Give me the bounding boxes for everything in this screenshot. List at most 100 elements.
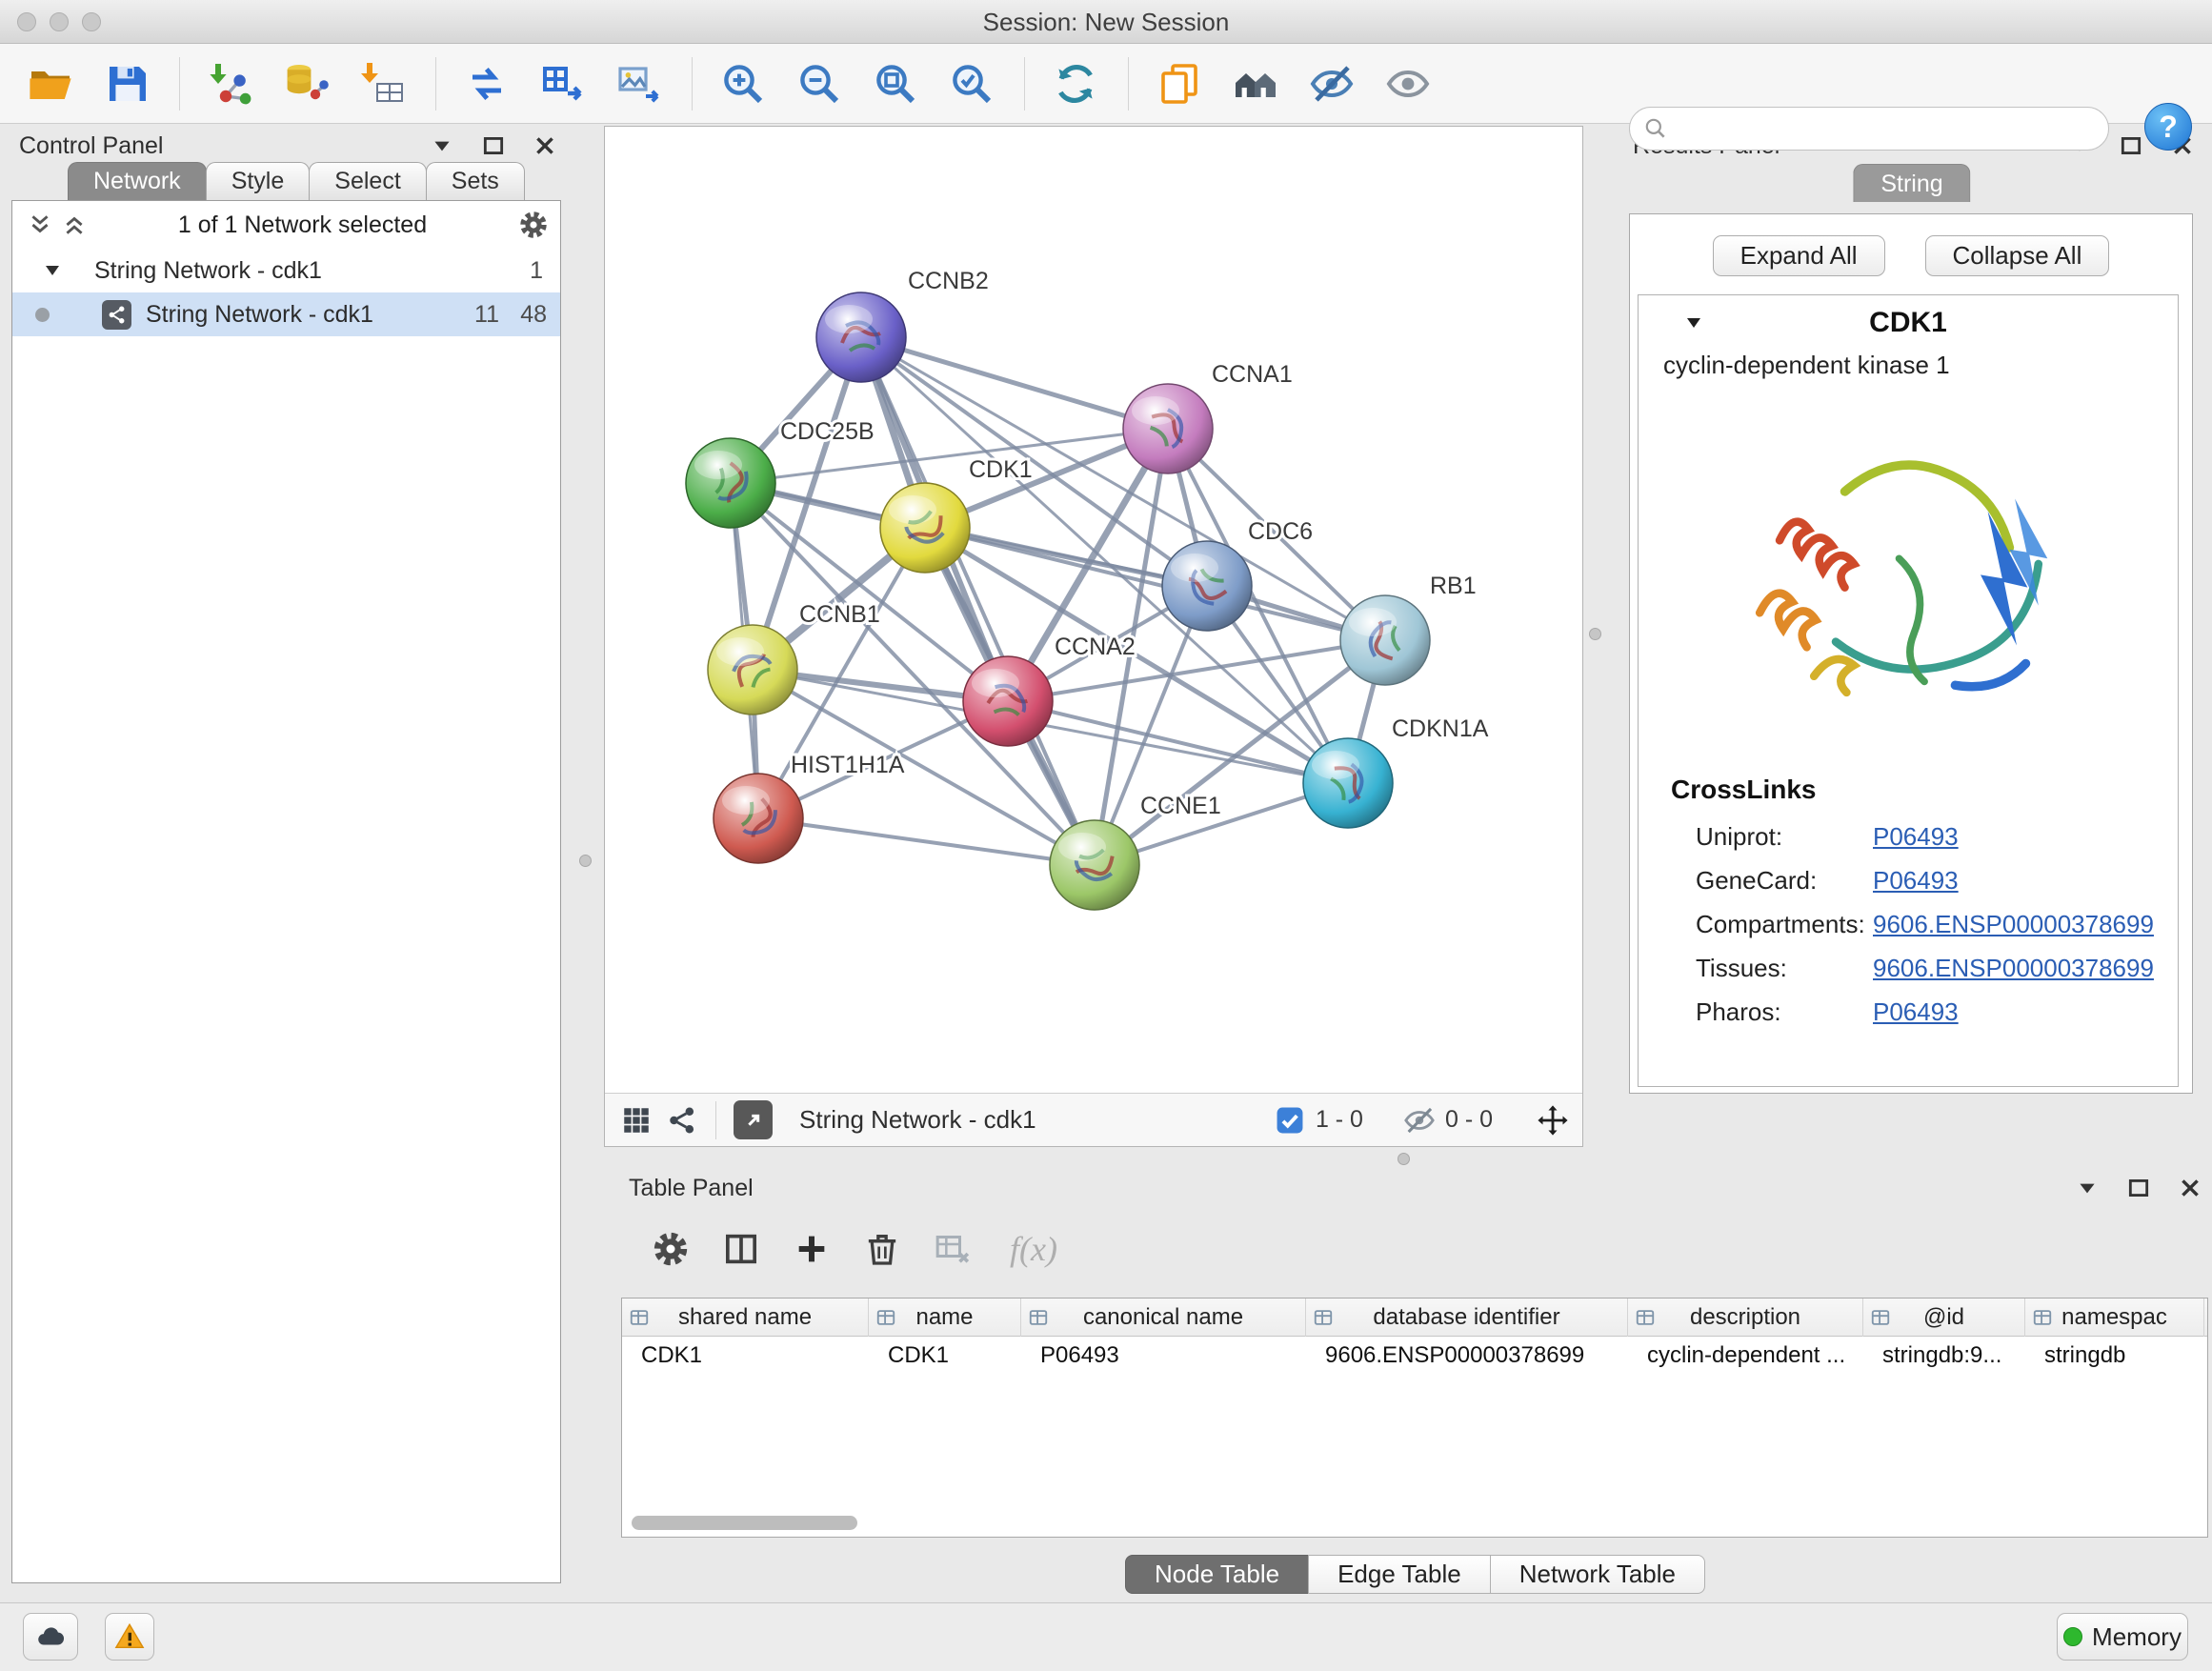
cloud-button[interactable] <box>23 1613 78 1661</box>
left-splitter-handle[interactable] <box>579 855 592 867</box>
tab-edge-table[interactable]: Edge Table <box>1308 1555 1491 1594</box>
cell-name[interactable]: CDK1 <box>869 1337 1021 1375</box>
save-session-button[interactable] <box>99 52 154 115</box>
cell-description[interactable]: cyclin-dependent ... <box>1628 1337 1863 1375</box>
crosslink-link[interactable]: 9606.ENSP00000378699 <box>1873 946 2154 990</box>
zoom-selected-button[interactable] <box>944 52 999 115</box>
delete-column-icon[interactable] <box>863 1230 901 1268</box>
delete-table-icon[interactable] <box>934 1230 972 1268</box>
bottom-splitter-handle[interactable] <box>1398 1153 1410 1165</box>
crosslink-link[interactable]: P06493 <box>1873 858 1959 902</box>
column-header-database-identifier[interactable]: database identifier <box>1306 1299 1628 1337</box>
panel-collapse-icon[interactable] <box>430 133 454 158</box>
selected-checkbox-icon[interactable] <box>1274 1104 1306 1137</box>
import-network-from-database-button[interactable] <box>279 52 334 115</box>
tab-node-table[interactable]: Node Table <box>1125 1555 1309 1594</box>
panel-float-icon[interactable] <box>2126 1176 2151 1200</box>
hidden-eye-icon[interactable] <box>1403 1104 1436 1137</box>
tab-sets[interactable]: Sets <box>426 162 525 201</box>
panel-close-icon[interactable] <box>2178 1176 2202 1200</box>
network-row[interactable]: String Network - cdk1 11 48 <box>12 292 560 336</box>
options-gear-icon[interactable] <box>518 210 549 240</box>
refresh-styles-button[interactable] <box>1048 52 1103 115</box>
network-edge[interactable] <box>925 528 1385 640</box>
homes-button[interactable] <box>1228 52 1283 115</box>
panel-collapse-icon[interactable] <box>2075 1176 2100 1200</box>
crosslink-link[interactable]: P06493 <box>1873 990 1959 1034</box>
import-network-from-file-button[interactable] <box>203 52 258 115</box>
show-view-button[interactable] <box>1380 52 1436 115</box>
export-image-button[interactable] <box>612 52 667 115</box>
panel-close-icon[interactable] <box>533 133 557 158</box>
birdseye-view-icon[interactable] <box>620 1104 653 1137</box>
column-header-description[interactable]: description <box>1628 1299 1863 1337</box>
column-header-namespac[interactable]: namespac <box>2025 1299 2204 1337</box>
tab-network-table[interactable]: Network Table <box>1490 1555 1705 1594</box>
network-node-CCNB1[interactable]: CCNB1 <box>708 601 880 715</box>
network-view[interactable]: CCNB2CCNA1CDC25BCDK1CDC6RB1CCNB1CCNA2CDK… <box>604 126 1583 1147</box>
warnings-button[interactable] <box>105 1613 154 1661</box>
network-node-RB1[interactable]: RB1 <box>1340 573 1477 685</box>
network-from-selection-button[interactable] <box>459 52 514 115</box>
clone-network-button[interactable] <box>535 52 591 115</box>
cell-shared-name[interactable]: CDK1 <box>622 1337 869 1375</box>
network-node-HIST1H1A[interactable]: HIST1H1A <box>714 752 905 863</box>
zoom-fit-button[interactable] <box>868 52 923 115</box>
column-header--id[interactable]: @id <box>1863 1299 2025 1337</box>
network-canvas[interactable]: CCNB2CCNA1CDC25BCDK1CDC6RB1CCNB1CCNA2CDK… <box>605 127 1582 1093</box>
cell--id[interactable]: stringdb:9... <box>1863 1337 2025 1375</box>
network-node-CDKN1A[interactable]: CDKN1A <box>1303 715 1489 828</box>
help-button[interactable]: ? <box>2144 103 2192 151</box>
string-share-icon[interactable] <box>666 1104 698 1137</box>
collapse-all-icon[interactable] <box>28 212 52 237</box>
add-column-icon[interactable] <box>722 1230 760 1268</box>
horizontal-scrollbar[interactable] <box>632 1516 857 1530</box>
network-node-CCNE1[interactable]: CCNE1 <box>1050 793 1221 910</box>
network-node-CDC6[interactable]: CDC6 <box>1162 518 1313 631</box>
add-row-icon[interactable] <box>793 1230 831 1268</box>
import-table-from-file-button[interactable] <box>355 52 411 115</box>
disclosure-triangle-icon[interactable] <box>41 259 64 282</box>
tab-network[interactable]: Network <box>68 162 207 201</box>
right-splitter-handle[interactable] <box>1589 628 1601 640</box>
documents-button[interactable] <box>1152 52 1207 115</box>
column-header-name[interactable]: name <box>869 1299 1021 1337</box>
cell-canonical-name[interactable]: P06493 <box>1021 1337 1306 1375</box>
expand-all-button[interactable]: Expand All <box>1713 235 1885 276</box>
panel-float-icon[interactable] <box>481 133 506 158</box>
network-node-CCNA1[interactable]: CCNA1 <box>1123 361 1293 473</box>
crosslink-label: GeneCard: <box>1696 858 1817 902</box>
collapse-all-button[interactable]: Collapse All <box>1925 235 2110 276</box>
network-node-CDK1[interactable]: CDK1 <box>880 456 1033 573</box>
network-edge[interactable] <box>861 337 1168 429</box>
fit-content-move-icon[interactable] <box>1537 1104 1569 1137</box>
expand-all-icon[interactable] <box>62 212 87 237</box>
crosslink-link[interactable]: P06493 <box>1873 815 1959 858</box>
collection-count: 1 <box>530 257 543 285</box>
memory-button[interactable]: Memory <box>2057 1613 2188 1661</box>
tab-string[interactable]: String <box>1853 164 1970 202</box>
search-input[interactable] <box>1668 114 2108 144</box>
open-session-button[interactable] <box>23 52 78 115</box>
network-edge[interactable] <box>758 818 1095 865</box>
hide-annotations-button[interactable] <box>1304 52 1359 115</box>
table-options-gear-icon[interactable] <box>652 1230 690 1268</box>
card-disclosure-icon[interactable] <box>1682 312 1705 334</box>
tab-style[interactable]: Style <box>206 162 311 201</box>
crosslink-link[interactable]: 9606.ENSP00000378699 <box>1873 902 2154 946</box>
zoom-out-button[interactable] <box>792 52 847 115</box>
column-header-canonical-name[interactable]: canonical name <box>1021 1299 1306 1337</box>
edge-count: 48 <box>520 301 547 329</box>
function-builder-icon[interactable]: f(x) <box>1010 1229 1057 1269</box>
panel-float-icon[interactable] <box>2119 133 2143 158</box>
network-collection-row[interactable]: String Network - cdk1 1 <box>12 249 560 292</box>
cell-namespac[interactable]: stringdb <box>2025 1337 2204 1375</box>
tab-select[interactable]: Select <box>309 162 426 201</box>
column-header-shared-name[interactable]: shared name <box>622 1299 869 1337</box>
zoom-in-button[interactable] <box>715 52 771 115</box>
open-in-browser-button[interactable] <box>734 1100 773 1139</box>
search-box[interactable] <box>1629 107 2109 151</box>
cell-database-identifier[interactable]: 9606.ENSP00000378699 <box>1306 1337 1628 1375</box>
network-edge[interactable] <box>861 337 1095 865</box>
table-row[interactable]: CDK1CDK1P064939606.ENSP00000378699cyclin… <box>622 1337 2207 1375</box>
